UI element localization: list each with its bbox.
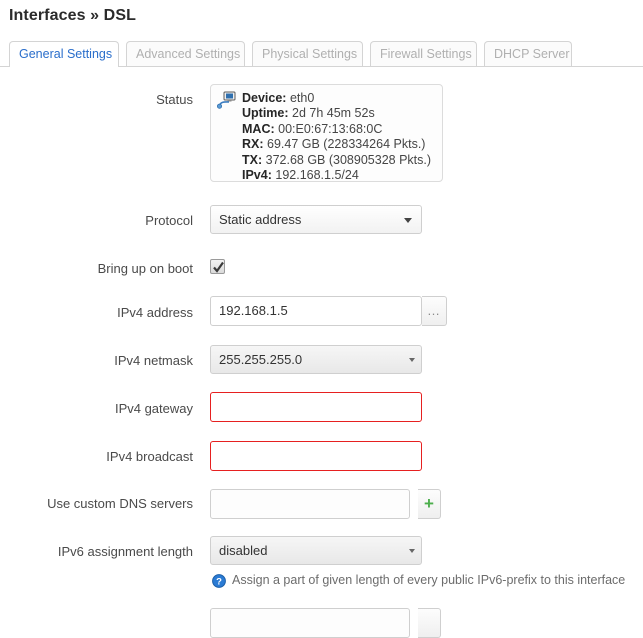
custom-dns-label: Use custom DNS servers (47, 496, 193, 511)
tab-general-settings[interactable]: General Settings (9, 41, 119, 67)
ipv4-address-picker-button[interactable]: … (422, 296, 447, 326)
status-key-uptime: Uptime: (242, 106, 289, 121)
bring-up-on-boot-label: Bring up on boot (97, 261, 193, 276)
status-value-ipv4: 192.168.1.5/24 (275, 168, 359, 183)
tab-firewall-settings[interactable]: Firewall Settings (370, 41, 477, 66)
status-key-mac: MAC: (242, 121, 275, 136)
settings-tab-bar: General Settings Advanced Settings Physi… (0, 41, 643, 67)
custom-dns-input[interactable] (210, 489, 410, 519)
status-line-rx: RX: 69.47 GB (228334264 Pkts.) (242, 137, 431, 152)
status-line-ipv4: IPv4: 192.168.1.5/24 (242, 168, 431, 183)
status-value-uptime: 2d 7h 45m 52s (292, 106, 375, 121)
status-line-mac: MAC: 00:E0:67:13:68:0C (242, 122, 431, 137)
ipv4-netmask-label: IPv4 netmask (114, 353, 193, 368)
tab-physical-settings[interactable]: Physical Settings (252, 41, 363, 66)
status-key-device: Device: (242, 91, 287, 105)
interface-status-box: Device: eth0 Uptime: 2d 7h 45m 52s MAC: … (210, 84, 443, 182)
tab-dhcp-server[interactable]: DHCP Server (484, 41, 572, 66)
status-value-mac: 00:E0:67:13:68:0C (278, 121, 383, 136)
ipv4-broadcast-input[interactable] (210, 441, 422, 471)
status-value-tx: 372.68 GB (308905328 Pkts.) (265, 152, 432, 167)
status-value-device: eth0 (289, 91, 315, 105)
chevron-down-icon (404, 218, 412, 223)
ipv4-netmask-combobox[interactable]: 255.255.255.0 (210, 345, 422, 374)
status-line-uptime: Uptime: 2d 7h 45m 52s (242, 106, 431, 121)
status-detail-list: Device: eth0 Uptime: 2d 7h 45m 52s MAC: … (242, 91, 431, 183)
next-field-button-partial[interactable] (418, 608, 441, 638)
ipv6-assignment-length-label: IPv6 assignment length (57, 544, 193, 559)
ethernet-device-icon (217, 91, 237, 109)
chevron-down-icon (409, 358, 415, 362)
protocol-label: Protocol (145, 213, 193, 228)
add-dns-server-button[interactable]: + (418, 489, 441, 519)
status-value-rx: 69.47 GB (228334264 Pkts.) (267, 137, 426, 152)
status-label: Status (156, 92, 193, 107)
ipv6-assignment-help-text: Assign a part of given length of every p… (232, 573, 626, 587)
ipv4-gateway-input[interactable] (210, 392, 422, 422)
status-line-device: Device: eth0 (242, 91, 431, 106)
status-line-tx: TX: 372.68 GB (308905328 Pkts.) (242, 153, 431, 168)
svg-text:?: ? (216, 577, 222, 588)
tab-advanced-settings[interactable]: Advanced Settings (126, 41, 245, 66)
status-key-rx: RX: (242, 137, 264, 152)
ipv4-address-input[interactable]: 192.168.1.5 (210, 296, 422, 326)
protocol-select[interactable]: Static address (210, 205, 422, 234)
ipv6-assignment-length-combobox[interactable]: disabled (210, 536, 422, 565)
status-key-tx: TX: (242, 152, 263, 167)
question-mark-icon: ? (212, 574, 226, 588)
status-key-ipv4: IPv4: (242, 168, 272, 183)
bring-up-on-boot-checkbox[interactable] (210, 259, 225, 274)
checkmark-icon (213, 261, 224, 273)
ipv4-gateway-label: IPv4 gateway (114, 401, 193, 416)
ipv4-address-label: IPv4 address (117, 305, 193, 320)
ipv6-assignment-length-row: IPv6 assignment length disabled ? Assign… (0, 0, 643, 588)
interface-config-page: Interfaces » DSL General Settings Advanc… (0, 0, 643, 638)
next-field-input-partial[interactable] (210, 608, 410, 638)
ipv4-broadcast-label: IPv4 broadcast (106, 449, 193, 464)
chevron-down-icon (409, 549, 415, 553)
